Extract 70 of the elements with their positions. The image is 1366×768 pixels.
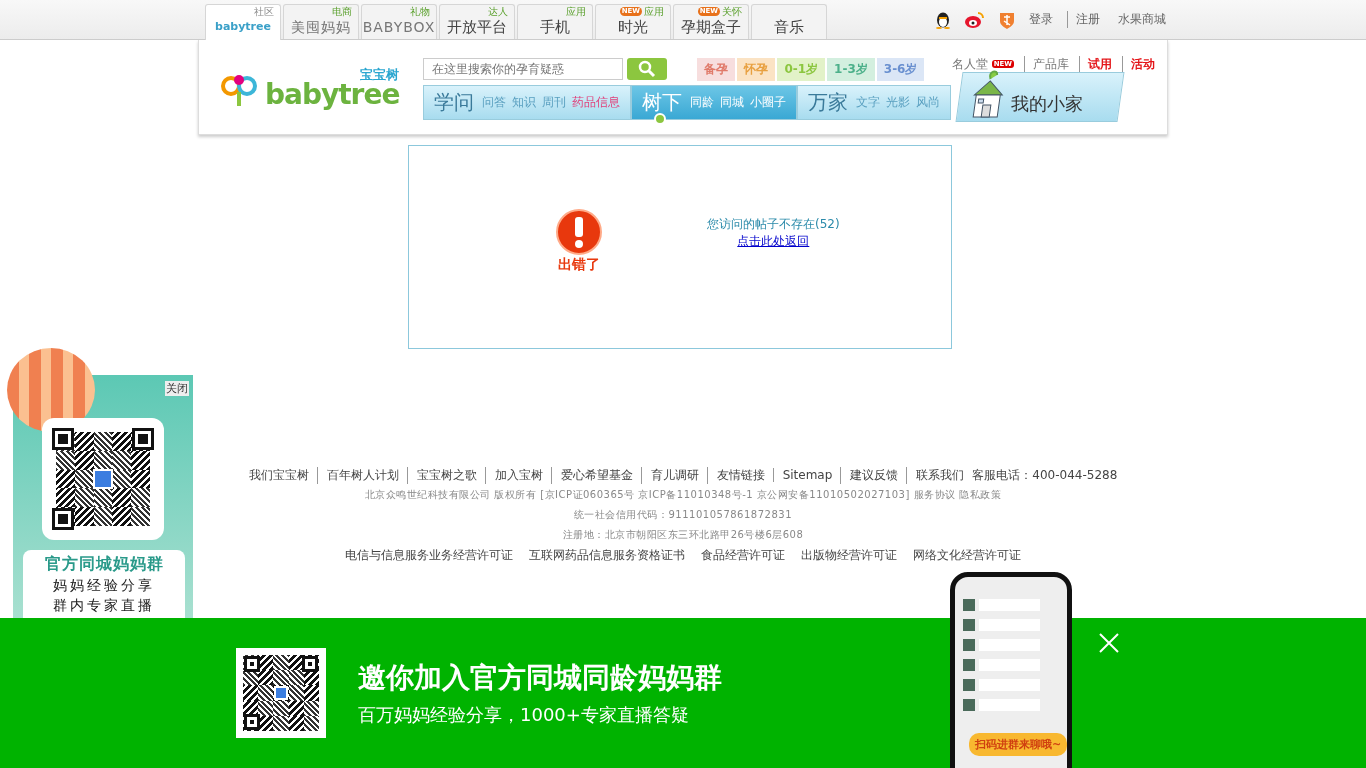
footer-link[interactable]: 我们宝宝树 xyxy=(248,466,309,484)
footer-link[interactable]: Sitemap xyxy=(772,468,833,482)
license-link[interactable]: 食品经营许可证 xyxy=(701,546,785,564)
tab-label: 音乐 xyxy=(774,17,804,37)
license-link[interactable]: 互联网药品信息服务资格证书 xyxy=(529,546,685,564)
tab-label: 美囤妈妈 xyxy=(291,18,351,37)
shield-icon[interactable] xyxy=(999,10,1015,29)
chat-bubble: 扫码进群来聊哦~ xyxy=(969,733,1068,756)
ad-text: 群内专家直播 xyxy=(53,596,155,615)
service-phone: 客服电话：400-044-5288 xyxy=(972,466,1118,484)
tab-tag: 应用 xyxy=(566,6,586,17)
footer-link[interactable]: 友情链接 xyxy=(706,466,765,484)
footer-text: 统一社会信用代码：911101057861872831 xyxy=(574,508,792,522)
tab-tag: 关怀 xyxy=(722,6,742,17)
banner-subtitle: 百万妈妈经验分享，1000+专家直播答疑 xyxy=(358,703,690,727)
footer-link[interactable]: 加入宝树 xyxy=(484,466,543,484)
search-icon xyxy=(638,60,657,78)
tab-tag: 达人 xyxy=(488,6,508,17)
tab-tag: 电商 xyxy=(332,6,352,17)
search-button[interactable] xyxy=(627,58,668,80)
penguin-icon[interactable] xyxy=(935,10,951,29)
error-caption: 出错了 xyxy=(558,256,600,274)
license-link[interactable]: 电信与信息服务业务经营许可证 xyxy=(345,546,513,564)
site-tab[interactable]: 应用 手机 xyxy=(517,4,593,39)
search-field[interactable]: 在这里搜索你的孕育疑惑 xyxy=(423,58,624,80)
site-tab[interactable]: 电商 美囤妈妈 xyxy=(283,4,359,39)
site-tab[interactable]: 社区 babytree xyxy=(205,4,281,40)
weibo-icon[interactable] xyxy=(965,10,985,29)
error-message: 您访问的帖子不存在(52) xyxy=(707,216,840,233)
banner-title: 邀你加入官方同城同龄妈妈群 xyxy=(358,660,722,696)
license-link[interactable]: 出版物经营许可证 xyxy=(801,546,897,564)
license-link[interactable]: 网络文化经营许可证 xyxy=(913,546,1021,564)
close-icon[interactable] xyxy=(1098,632,1120,654)
my-home-tab[interactable]: 我的小家 xyxy=(955,72,1125,122)
tab-tag: 礼物 xyxy=(410,6,430,17)
tab-label: 开放平台 xyxy=(447,17,507,37)
logo-wordmark: babytree xyxy=(265,82,400,108)
tab-tag: 社区 xyxy=(254,6,274,17)
active-dot-icon xyxy=(654,113,667,125)
close-button[interactable]: 关闭 xyxy=(165,381,189,396)
site-tab[interactable]: 音乐 xyxy=(751,4,827,39)
tab-label: BABYBOX xyxy=(362,18,436,37)
account-link[interactable]: 登录 xyxy=(1029,11,1053,28)
logo-chinese: 宝宝树 xyxy=(360,68,400,82)
nav-title[interactable]: 学问 xyxy=(434,89,475,116)
footer-link[interactable]: 宝宝树之歌 xyxy=(406,466,477,484)
account-link[interactable]: 注册 xyxy=(1067,11,1100,28)
footer-link[interactable]: 联系我们 xyxy=(906,466,965,484)
site-tab[interactable]: 礼物 BABYBOX xyxy=(361,4,437,39)
footer-link[interactable]: 爱心希望基金 xyxy=(550,466,633,484)
footer-link[interactable]: 育儿调研 xyxy=(640,466,699,484)
ad-text: 妈妈经验分享 xyxy=(53,576,155,595)
tab-label: 时光 xyxy=(618,17,648,37)
back-link[interactable]: 点击此处返回 xyxy=(737,233,810,250)
header-link[interactable]: 名人堂 xyxy=(951,55,988,73)
nav-link[interactable]: 药品信息 xyxy=(572,94,621,111)
warning-icon xyxy=(555,208,603,256)
footer-link[interactable]: 百年树人计划 xyxy=(316,466,399,484)
site-tab[interactable]: 达人 开放平台 xyxy=(439,4,515,39)
nav-title[interactable]: 万家 xyxy=(808,89,849,116)
site-logo[interactable]: 宝宝树 babytree xyxy=(221,68,400,108)
tab-label: babytree xyxy=(215,19,271,35)
ad-title: 官方同城妈妈群 xyxy=(44,554,164,575)
footer-text: 注册地：北京市朝阳区东三环北路甲26号楼6层608 xyxy=(562,528,804,542)
tab-tag: 应用 xyxy=(644,6,664,17)
footer-text: 北京众鸣世纪科技有限公司 版权所有 [京ICP证060365号 京ICP备11010348号-1 京公网安备11010502027103] 服务协议 隐私政策 xyxy=(364,488,1002,502)
tab-label: 手机 xyxy=(540,17,570,37)
footer-link[interactable]: 建议反馈 xyxy=(840,466,899,484)
account-link[interactable]: 水果商城 xyxy=(1118,11,1166,28)
tab-label: 孕期盒子 xyxy=(681,17,741,37)
